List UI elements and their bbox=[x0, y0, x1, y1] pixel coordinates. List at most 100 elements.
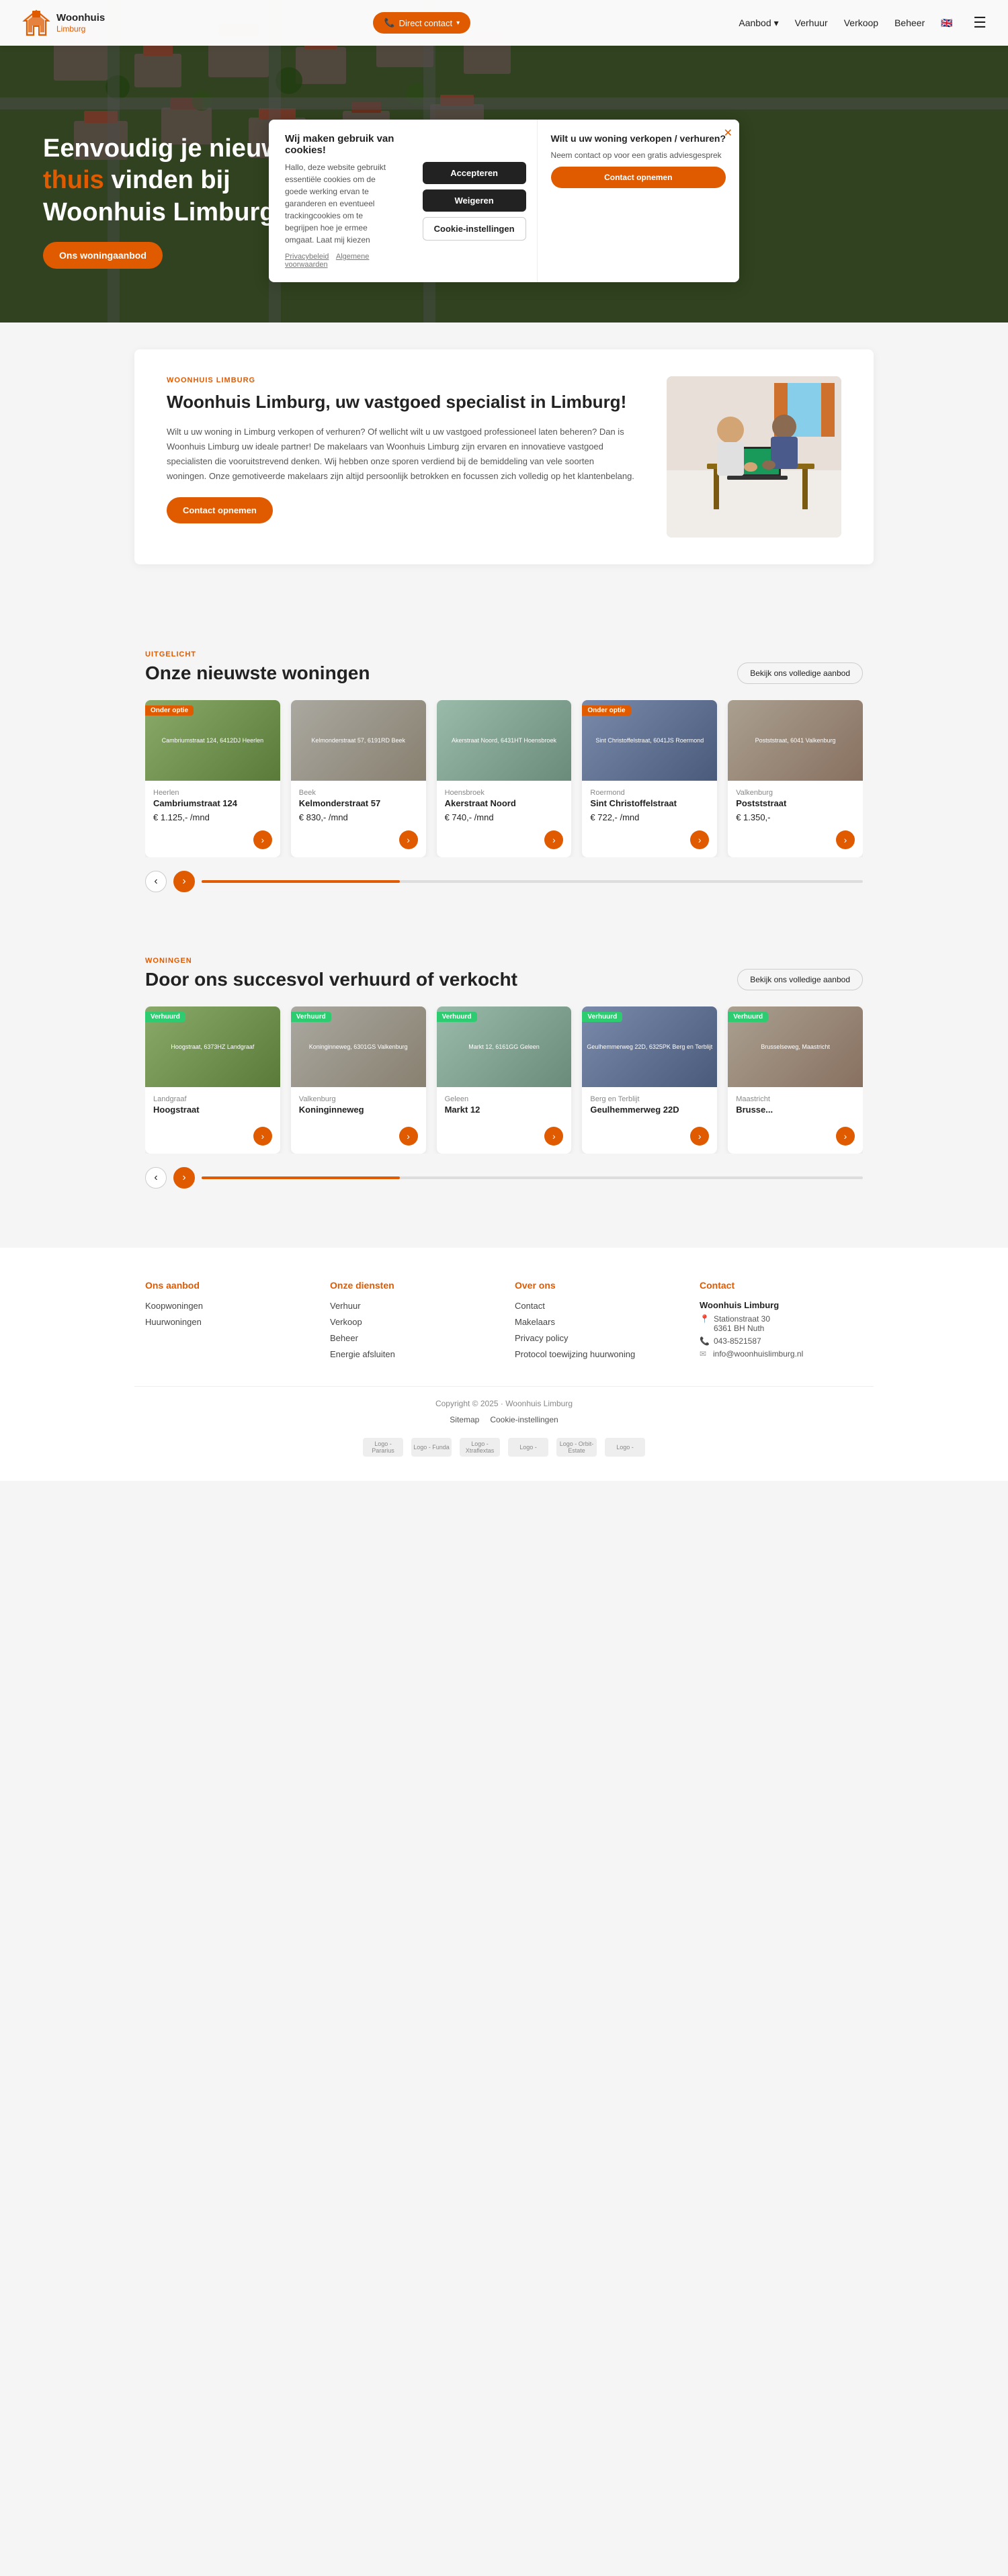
footer-diensten-title: Onze diensten bbox=[330, 1280, 493, 1291]
property-detail-button[interactable]: › bbox=[690, 1127, 709, 1146]
property-detail-button[interactable]: › bbox=[544, 830, 563, 849]
newest-section: UITGELICHT Onze nieuwste woningen Bekijk… bbox=[0, 618, 1008, 925]
nav-verkoop[interactable]: Verkoop bbox=[844, 17, 878, 28]
property-card: Markt 12, 6161GG Geleen Verhuurd Geleen … bbox=[437, 1006, 572, 1154]
property-image: Markt 12, 6161GG Geleen Verhuurd bbox=[437, 1006, 572, 1087]
sell-text: Neem contact op voor een gratis adviesge… bbox=[551, 151, 726, 160]
property-city: Heerlen bbox=[153, 789, 272, 797]
property-image: Cambriumstraat 124, 6412DJ Heerlen Onder… bbox=[145, 700, 280, 781]
partner-logo: Logo - bbox=[605, 1438, 645, 1457]
footer-bottom-link[interactable]: Sitemap bbox=[450, 1415, 479, 1424]
direct-contact-button[interactable]: 📞 Direct contact ▾ bbox=[373, 12, 470, 34]
property-footer: › bbox=[291, 1127, 426, 1154]
newest-wrap: UITGELICHT Onze nieuwste woningen Bekijk… bbox=[134, 650, 874, 892]
property-body: Landgraaf Hoogstraat bbox=[145, 1087, 280, 1127]
property-badge: Verhuurd bbox=[728, 1012, 768, 1022]
property-city: Landgraaf bbox=[153, 1095, 272, 1103]
cookie-title: Wij maken gebruik van cookies! bbox=[285, 133, 396, 156]
sell-box-close[interactable]: ✕ bbox=[724, 126, 732, 140]
cookie-settings-button[interactable]: Cookie-instellingen bbox=[423, 217, 526, 241]
footer-link[interactable]: Verhuur bbox=[330, 1301, 361, 1311]
property-street: Kelmonderstraat 57 bbox=[299, 798, 418, 808]
sold-carousel-controls: ‹ › bbox=[145, 1167, 863, 1189]
logo[interactable]: Woonhuis Limburg bbox=[22, 8, 105, 38]
cookie-text: Hallo, deze website gebruikt essentiële … bbox=[285, 161, 396, 246]
footer-aanbod-title: Ons aanbod bbox=[145, 1280, 308, 1291]
about-contact-button[interactable]: Contact opnemen bbox=[167, 497, 273, 523]
property-footer: › bbox=[437, 830, 572, 857]
newest-view-all-button[interactable]: Bekijk ons volledige aanbod bbox=[737, 662, 863, 684]
accept-cookies-button[interactable]: Accepteren bbox=[423, 162, 526, 184]
property-detail-button[interactable]: › bbox=[399, 1127, 418, 1146]
property-body: Berg en Terblijt Geulhemmerweg 22D bbox=[582, 1087, 717, 1127]
sold-view-all-button[interactable]: Bekijk ons volledige aanbod bbox=[737, 969, 863, 990]
property-card: Postststraat, 6041 Valkenburg Valkenburg… bbox=[728, 700, 863, 857]
footer-contact-title: Contact bbox=[700, 1280, 863, 1291]
property-footer: › bbox=[145, 830, 280, 857]
footer-col-diensten: Onze diensten Verhuur Verkoop Beheer Energi… bbox=[330, 1280, 493, 1365]
nav-beheer[interactable]: Beheer bbox=[894, 17, 925, 28]
property-detail-button[interactable]: › bbox=[399, 830, 418, 849]
footer-link[interactable]: Koopwoningen bbox=[145, 1301, 203, 1311]
partner-logo: Logo - Pararius bbox=[363, 1438, 403, 1457]
footer-link[interactable]: Privacy policy bbox=[515, 1333, 568, 1343]
footer-bottom-link[interactable]: Cookie-instellingen bbox=[490, 1415, 558, 1424]
footer-link[interactable]: Verkoop bbox=[330, 1317, 362, 1327]
footer-link[interactable]: Beheer bbox=[330, 1333, 358, 1343]
property-detail-button[interactable]: › bbox=[836, 1127, 855, 1146]
phone-icon: 📞 bbox=[700, 1336, 710, 1346]
property-city: Hoensbroek bbox=[445, 789, 564, 797]
phone-icon: 📞 bbox=[384, 17, 394, 28]
contact-sell-button[interactable]: Contact opnemen bbox=[551, 167, 726, 188]
property-street: Brusse... bbox=[736, 1105, 855, 1115]
footer-email-text: info@woonhuislimburg.nl bbox=[713, 1349, 803, 1359]
property-city: Berg en Terblijt bbox=[590, 1095, 709, 1103]
newest-carousel-prev[interactable]: ‹ bbox=[145, 871, 167, 892]
footer-col-contact: Contact Woonhuis Limburg 📍 Stationstraat… bbox=[700, 1280, 863, 1365]
property-detail-button[interactable]: › bbox=[253, 830, 272, 849]
main-nav: Woonhuis Limburg 📞 Direct contact ▾ Aanb… bbox=[0, 0, 1008, 46]
sold-carousel-prev[interactable]: ‹ bbox=[145, 1167, 167, 1189]
property-image: Sint Christoffelstraat, 6041JS Roermond … bbox=[582, 700, 717, 781]
property-detail-button[interactable]: › bbox=[253, 1127, 272, 1146]
hero-cta-button[interactable]: Ons woningaanbod bbox=[43, 242, 163, 269]
about-content: WOONHUIS LIMBURG Woonhuis Limburg, uw va… bbox=[167, 376, 634, 523]
language-flag[interactable]: 🇬🇧 bbox=[941, 17, 957, 28]
footer-contact-name: Woonhuis Limburg bbox=[700, 1300, 863, 1310]
property-card: Hoogstraat, 6373HZ Landgraaf Verhuurd La… bbox=[145, 1006, 280, 1154]
property-city: Valkenburg bbox=[299, 1095, 418, 1103]
newest-header-left: UITGELICHT Onze nieuwste woningen bbox=[145, 650, 370, 684]
footer-contact-address: 📍 Stationstraat 30 6361 BH Nuth bbox=[700, 1314, 863, 1333]
property-detail-button[interactable]: › bbox=[836, 830, 855, 849]
privacy-link[interactable]: Privacybeleid bbox=[285, 253, 329, 261]
property-detail-button[interactable]: › bbox=[690, 830, 709, 849]
sold-carousel-next[interactable]: › bbox=[173, 1167, 195, 1189]
property-footer: › bbox=[437, 1127, 572, 1154]
footer-link[interactable]: Contact bbox=[515, 1301, 545, 1311]
hero-section: Eenvoudig je nieuwe thuis vinden bij Woo… bbox=[0, 0, 1008, 323]
footer-link[interactable]: Energie afsluiten bbox=[330, 1349, 395, 1359]
nav-aanbod[interactable]: Aanbod ▾ bbox=[739, 17, 778, 29]
footer-contact-email: ✉ info@woonhuislimburg.nl bbox=[700, 1349, 863, 1359]
property-street: Akerstraat Noord bbox=[445, 798, 564, 808]
footer-link[interactable]: Huurwoningen bbox=[145, 1317, 202, 1327]
about-title: Woonhuis Limburg, uw vastgoed specialist… bbox=[167, 391, 634, 414]
hamburger-icon[interactable]: ☰ bbox=[973, 14, 986, 32]
property-image: Akerstraat Noord, 6431HT Hoensbroek bbox=[437, 700, 572, 781]
footer-link[interactable]: Makelaars bbox=[515, 1317, 555, 1327]
footer-link[interactable]: Protocol toewijzing huurwoning bbox=[515, 1349, 635, 1359]
property-card: Geulhemmerweg 22D, 6325PK Berg en Terbli… bbox=[582, 1006, 717, 1154]
property-street: Markt 12 bbox=[445, 1105, 564, 1115]
property-footer: › bbox=[728, 830, 863, 857]
cookie-content: Wij maken gebruik van cookies! Hallo, de… bbox=[269, 120, 412, 282]
property-city: Valkenburg bbox=[736, 789, 855, 797]
newest-carousel-next[interactable]: › bbox=[173, 871, 195, 892]
property-detail-button[interactable]: › bbox=[544, 1127, 563, 1146]
sell-box: ✕ Wilt u uw woning verkopen / verhuren? … bbox=[537, 120, 739, 282]
reject-cookies-button[interactable]: Weigeren bbox=[423, 189, 526, 212]
nav-verhuur[interactable]: Verhuur bbox=[795, 17, 828, 28]
property-body: Beek Kelmonderstraat 57 € 830,- /mnd bbox=[291, 781, 426, 830]
cookie-banner: Wij maken gebruik van cookies! Hallo, de… bbox=[269, 120, 739, 282]
footer-col-over: Over ons ContactMakelaarsPrivacy policyP… bbox=[515, 1280, 678, 1365]
footer-aanbod-list: Koopwoningen Huurwoningen bbox=[145, 1300, 308, 1327]
